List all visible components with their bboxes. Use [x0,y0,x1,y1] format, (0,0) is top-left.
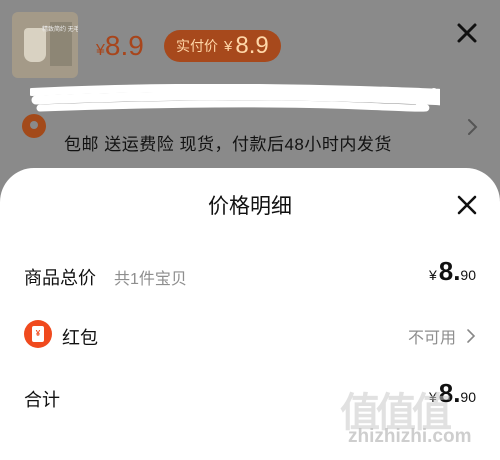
red-packet-icon [24,320,52,348]
location-pin-icon [22,114,46,138]
goods-total-label: 商品总价 [24,268,96,288]
total-currency: ¥ [428,389,437,405]
redacted-address-scribble [30,84,440,112]
sheet-title: 价格明细 [208,195,292,218]
total-price: ¥8.90 [429,378,476,409]
goods-total-decimal: 90 [460,267,476,283]
price-detail-sheet: 价格明细 商品总价 共1件宝贝 ¥8.90 红包 不可用 合计 ¥8.90 [0,168,500,460]
product-price: ¥8.9 [96,28,144,69]
paid-price-currency: ¥ [224,37,233,55]
goods-total-price: ¥8.90 [429,256,476,287]
panel-close-icon[interactable] [454,20,480,46]
paid-price-amount: 8.9 [235,32,269,59]
total-label: 合计 [24,390,60,410]
app-screen: 精致简约 无毛边 ¥8.9 实付价 ¥ 8.9 包邮 送运费险 现货，付款后48… [0,0,500,460]
total-decimal: 90 [460,389,476,405]
red-envelope-glyph [32,326,44,342]
thumbnail-caption: 精致简约 无毛边 [42,27,78,33]
chevron-right-icon[interactable] [466,118,478,136]
price-currency: ¥ [96,42,105,59]
total-integer: 8. [438,378,461,408]
product-thumbnail: 精致简约 无毛边 [12,12,78,78]
goods-total-currency: ¥ [428,267,437,283]
goods-total-integer: 8. [438,256,461,286]
chevron-right-icon[interactable] [466,328,476,344]
paid-price-badge: 实付价 ¥ 8.9 [164,30,281,62]
goods-count-note: 共1件宝贝 [114,271,187,288]
shipping-info[interactable]: 包邮 送运费险 现货，付款后48小时内发货 [64,130,392,155]
close-icon[interactable] [456,194,478,216]
product-cup-image [24,28,46,62]
paid-price-label: 实付价 [176,38,218,54]
red-packet-status[interactable]: 不可用 [408,324,456,348]
red-packet-label[interactable]: 红包 [62,324,98,350]
price-amount: 8.9 [104,30,144,61]
